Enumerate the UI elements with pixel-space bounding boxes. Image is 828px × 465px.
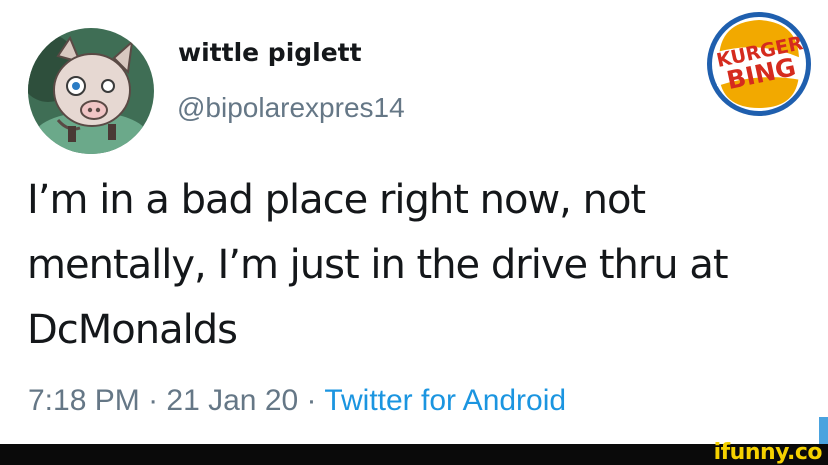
tweet-card: wittle piglett @bipolarexpres14 KURGER B… (0, 0, 828, 444)
tweet-text: I’m in a bad place right now, not mental… (27, 177, 729, 353)
meta-separator: · (298, 384, 325, 417)
avatar[interactable] (28, 28, 154, 154)
pig-avatar-icon (28, 28, 154, 154)
tweet-date[interactable]: 21 Jan 20 (166, 384, 298, 417)
ifunny-watermark[interactable]: ifunny.co (714, 440, 823, 465)
tweet-time[interactable]: 7:18 PM (28, 384, 140, 417)
display-name[interactable]: wittle piglett (178, 38, 362, 67)
burger-king-parody-logo-icon: KURGER BING (705, 10, 813, 118)
tweet-metadata: 7:18 PM · 21 Jan 20 · Twitter for Androi… (28, 384, 566, 418)
watermark-bar: ifunny.co (0, 440, 828, 465)
user-handle[interactable]: @bipolarexpres14 (177, 92, 405, 124)
tweet-source-link[interactable]: Twitter for Android (324, 384, 566, 417)
meta-separator: · (139, 384, 167, 417)
